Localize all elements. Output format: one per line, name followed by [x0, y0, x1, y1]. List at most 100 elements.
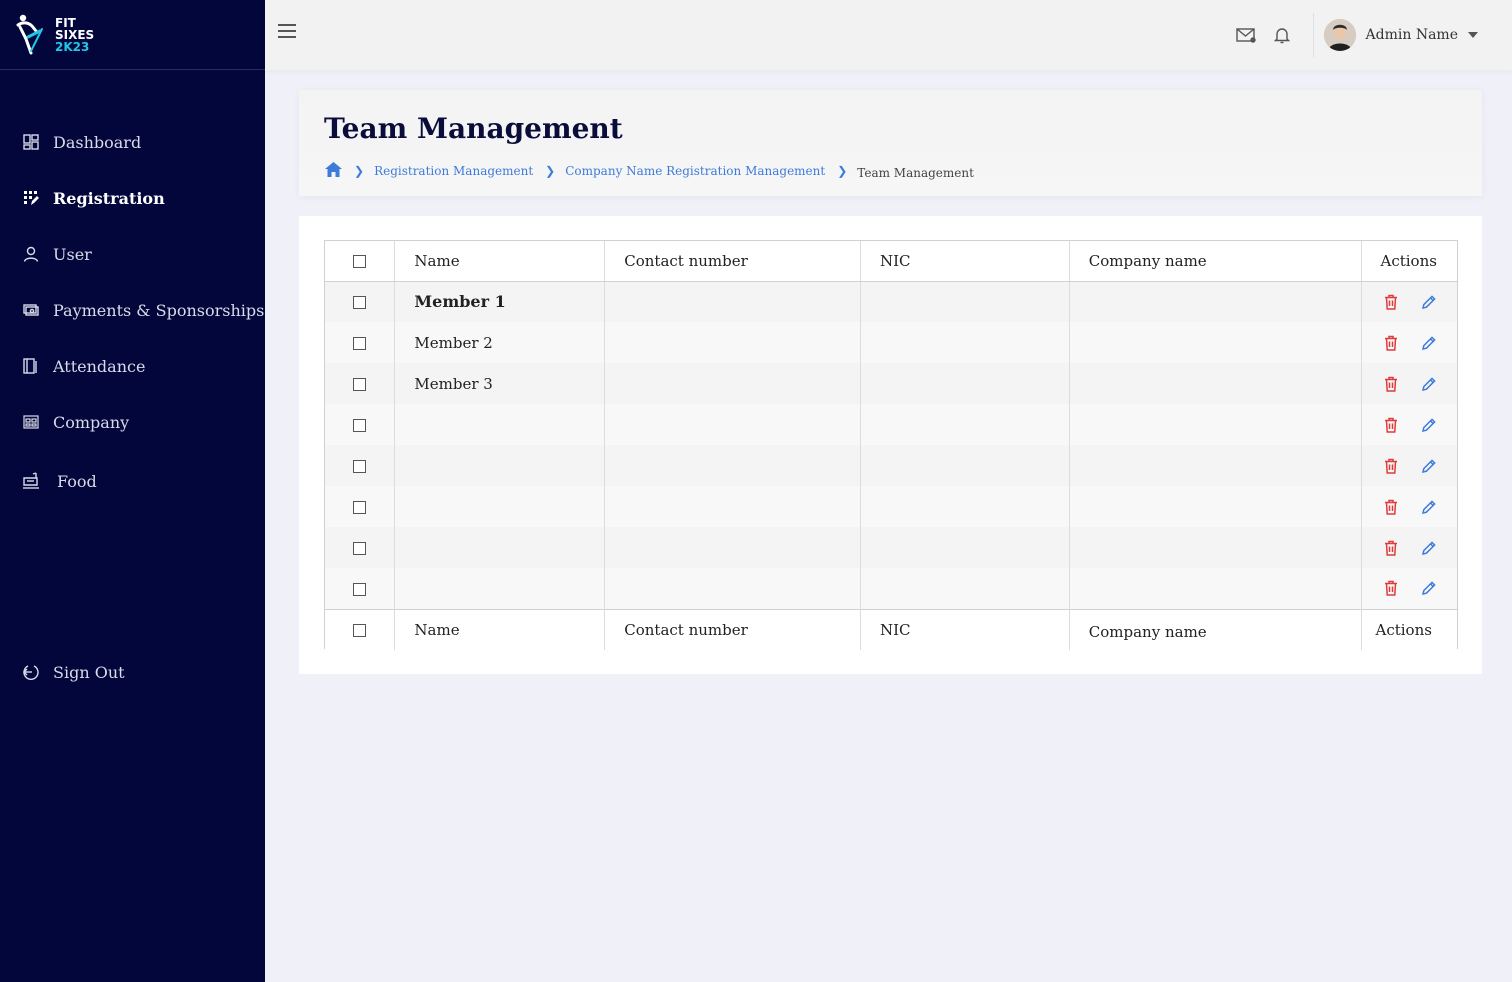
- dashboard-icon: [22, 133, 40, 151]
- cell-contact: [604, 445, 861, 486]
- row-checkbox-cell: [325, 363, 395, 404]
- delete-icon[interactable]: [1381, 538, 1401, 558]
- edit-icon[interactable]: [1419, 456, 1439, 476]
- sidebar-item-label: Payments & Sponsorships: [53, 300, 265, 320]
- row-checkbox[interactable]: [353, 501, 367, 514]
- avatar[interactable]: [1323, 19, 1356, 51]
- table-body: Member 1 Member 2 Member 3: [325, 281, 1457, 609]
- row-checkbox[interactable]: [353, 419, 367, 432]
- cell-actions: [1360, 486, 1457, 527]
- table-footer-row: Name Contact number NIC Company name Act…: [325, 608, 1457, 650]
- breadcrumb-registration-management[interactable]: Registration Management: [374, 164, 533, 178]
- page-header: Team Management ❯ Registration Managemen…: [299, 90, 1482, 196]
- cell-company: [1068, 568, 1361, 609]
- menu-toggle-icon[interactable]: [278, 24, 298, 42]
- row-checkbox[interactable]: [353, 378, 367, 391]
- select-all-checkbox[interactable]: [353, 255, 367, 269]
- table-row: Member 2: [325, 322, 1457, 363]
- edit-icon[interactable]: [1419, 497, 1439, 517]
- row-checkbox-cell: [325, 486, 395, 527]
- table-row: [325, 568, 1457, 609]
- table-header-row: Name Contact number NIC Company name Act…: [325, 241, 1457, 282]
- sidebar-item-registration[interactable]: Registration: [0, 170, 265, 226]
- brand-text: FIT SIXES 2K23: [55, 17, 94, 53]
- mail-icon[interactable]: [1235, 24, 1257, 46]
- topbar: Admin Name: [265, 0, 1512, 70]
- delete-icon[interactable]: [1381, 497, 1401, 517]
- cell-nic: [860, 322, 1070, 363]
- cell-contact: [604, 486, 861, 527]
- cell-actions: [1360, 568, 1457, 609]
- cell-nic: [860, 445, 1070, 486]
- delete-icon[interactable]: [1381, 333, 1401, 353]
- delete-icon[interactable]: [1381, 456, 1401, 476]
- row-checkbox-cell: [325, 568, 395, 609]
- edit-icon[interactable]: [1419, 538, 1439, 558]
- delete-icon[interactable]: [1381, 415, 1401, 435]
- row-checkbox-cell: [325, 527, 395, 568]
- row-checkbox[interactable]: [353, 296, 367, 310]
- food-icon: [22, 472, 40, 490]
- team-table: Name Contact number NIC Company name Act…: [325, 241, 1457, 650]
- attendance-icon: [22, 357, 40, 375]
- bell-icon[interactable]: [1271, 24, 1293, 46]
- row-checkbox[interactable]: [353, 337, 367, 350]
- edit-icon[interactable]: [1419, 578, 1439, 598]
- home-icon[interactable]: [325, 162, 342, 180]
- sidebar-item-dashboard[interactable]: Dashboard: [0, 114, 265, 170]
- table-row: [325, 404, 1457, 445]
- brand-line-3: 2K23: [55, 39, 90, 54]
- sidebar-item-label: Dashboard: [53, 132, 142, 152]
- sidebar-item-user[interactable]: User: [0, 226, 265, 282]
- brand[interactable]: FIT SIXES 2K23: [0, 0, 265, 70]
- chevron-down-icon[interactable]: [1468, 32, 1478, 38]
- header-contact[interactable]: Contact number: [604, 241, 861, 282]
- row-checkbox[interactable]: [353, 542, 367, 555]
- cell-company: [1068, 486, 1361, 527]
- delete-icon[interactable]: [1381, 292, 1401, 312]
- row-checkbox[interactable]: [353, 582, 367, 596]
- footer-checkbox-cell: [325, 608, 395, 650]
- footer-nic: NIC: [860, 608, 1070, 650]
- header-name[interactable]: Name: [394, 241, 605, 282]
- header-nic[interactable]: NIC: [860, 241, 1070, 282]
- table-row: [325, 445, 1457, 486]
- cell-company: [1068, 363, 1361, 404]
- sidebar-item-payments[interactable]: Payments & Sponsorships: [0, 282, 265, 338]
- breadcrumb-company-registration[interactable]: Company Name Registration Management: [565, 164, 825, 178]
- row-checkbox[interactable]: [353, 460, 367, 473]
- sidebar-item-label: User: [53, 244, 92, 264]
- header-company[interactable]: Company name: [1068, 241, 1361, 282]
- cell-name: [394, 445, 605, 486]
- cell-nic: [860, 363, 1070, 404]
- sidebar-item-food[interactable]: Food: [0, 450, 265, 512]
- sidebar-nav: Dashboard Registration User Payments & S…: [0, 114, 265, 512]
- cell-name: Member 3: [394, 363, 605, 404]
- edit-icon[interactable]: [1419, 374, 1439, 394]
- cell-company: [1068, 322, 1361, 363]
- footer-select-checkbox[interactable]: [353, 624, 367, 638]
- sign-out-icon: [22, 663, 40, 681]
- cell-name: [394, 404, 605, 445]
- sidebar-item-company[interactable]: Company: [0, 394, 265, 450]
- cell-nic: [860, 527, 1070, 568]
- sign-out-button[interactable]: Sign Out: [0, 644, 265, 700]
- chevron-right-icon: ❯: [545, 164, 556, 178]
- breadcrumb-current: Team Management: [857, 165, 974, 180]
- cell-contact: [604, 527, 861, 568]
- edit-icon[interactable]: [1419, 292, 1439, 312]
- edit-icon[interactable]: [1419, 333, 1439, 353]
- row-checkbox-cell: [325, 281, 395, 322]
- delete-icon[interactable]: [1381, 374, 1401, 394]
- delete-icon[interactable]: [1381, 578, 1401, 598]
- brand-line-2: SIXES: [55, 27, 95, 42]
- registration-icon: [22, 189, 40, 207]
- edit-icon[interactable]: [1419, 415, 1439, 435]
- cell-company: [1068, 281, 1361, 322]
- user-name[interactable]: Admin Name: [1366, 27, 1458, 43]
- cell-name: Member 2: [394, 322, 605, 363]
- cell-contact: [604, 322, 861, 363]
- cell-company: [1068, 527, 1361, 568]
- chevron-right-icon: ❯: [837, 164, 848, 178]
- sidebar-item-attendance[interactable]: Attendance: [0, 338, 265, 394]
